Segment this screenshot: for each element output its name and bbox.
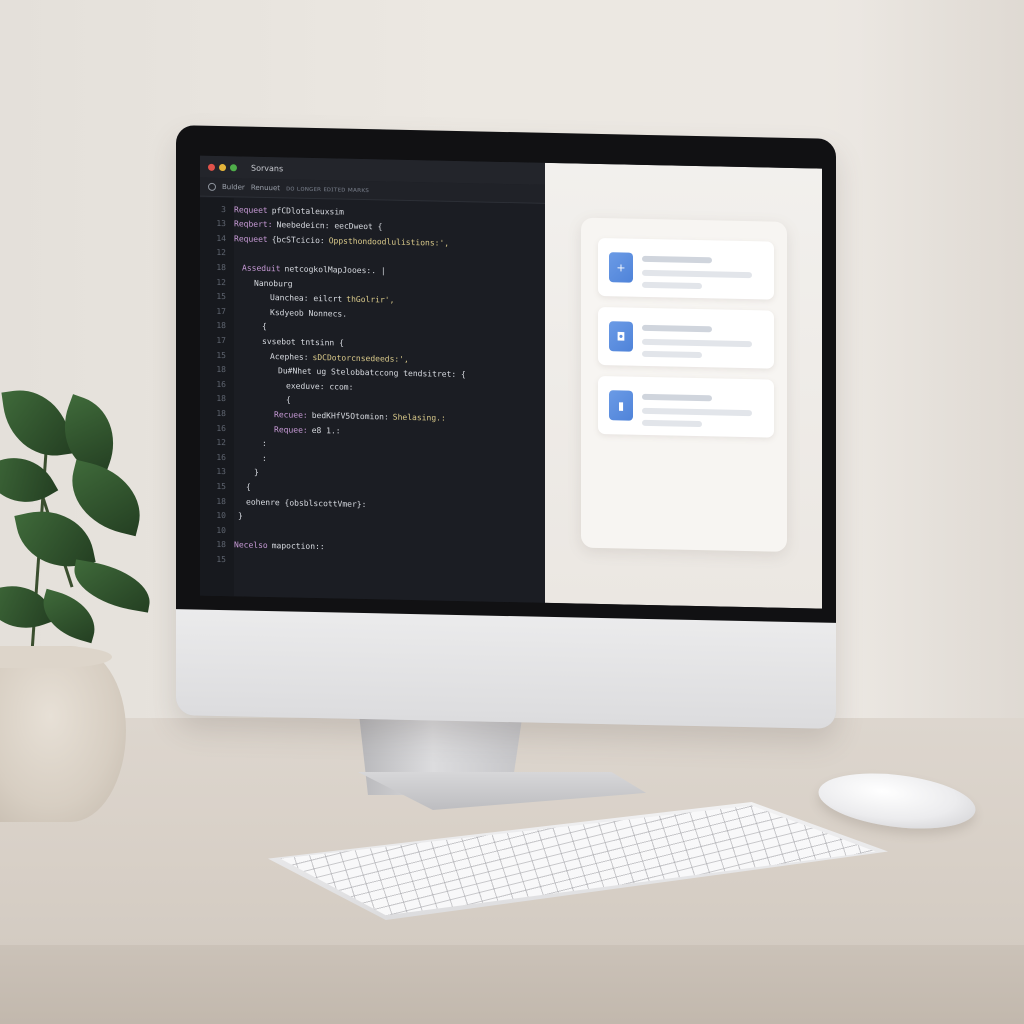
line-number: 15 — [216, 292, 226, 302]
line-number: 14 — [216, 233, 226, 243]
document-icon: ▮ — [609, 390, 633, 421]
monitor-chin — [176, 609, 836, 729]
line-number: 13 — [216, 219, 226, 229]
code-text: { — [286, 395, 291, 405]
toolbar-item[interactable]: Bulder — [222, 183, 245, 191]
code-text: bedKHfV5Otomion: — [311, 410, 389, 422]
app-preview-pane: + ◘ ▮ — [545, 162, 822, 609]
text-placeholder-bar — [642, 419, 702, 428]
circle-icon[interactable] — [208, 182, 216, 191]
minimize-window-button[interactable] — [219, 163, 226, 171]
line-number: 18 — [216, 365, 226, 375]
code-text: : — [262, 453, 267, 463]
line-number: 18 — [216, 321, 226, 331]
code-text: Nanoburg — [254, 278, 293, 289]
code-keyword: Requee: — [274, 424, 308, 435]
preview-panel: + ◘ ▮ — [581, 217, 787, 552]
line-number: 3 — [221, 204, 226, 214]
code-text: Ksdyeob Nonnecs. — [270, 307, 348, 319]
chat-icon: ◘ — [609, 321, 633, 352]
window-title: Sorvans — [251, 163, 284, 173]
text-placeholder-bar — [642, 350, 702, 359]
screen: Sorvans Bulder Renuuet ᴅᴏ ʟᴏɴɢᴇʀ ᴇᴅɪᴛᴇᴅ … — [200, 155, 822, 609]
plant-pot — [0, 646, 126, 822]
line-number: 10 — [216, 525, 226, 535]
code-text: : — [262, 438, 267, 449]
desk-scene: Sorvans Bulder Renuuet ᴅᴏ ʟᴏɴɢᴇʀ ᴇᴅɪᴛᴇᴅ … — [0, 0, 1024, 1024]
line-number: 16 — [216, 423, 226, 433]
monitor: Sorvans Bulder Renuuet ᴅᴏ ʟᴏɴɢᴇʀ ᴇᴅɪᴛᴇᴅ … — [176, 125, 836, 729]
code-editor-window: Sorvans Bulder Renuuet ᴅᴏ ʟᴏɴɢᴇʀ ᴇᴅɪᴛᴇᴅ … — [200, 155, 546, 603]
line-number: 17 — [216, 306, 226, 316]
line-number: 18 — [216, 408, 226, 419]
code-text: svsebot tntsinn { — [262, 336, 344, 348]
line-number: 10 — [216, 511, 226, 521]
line-number: 12 — [216, 277, 226, 287]
maximize-window-button[interactable] — [230, 163, 237, 171]
code-text: eohenre {obsblscottVmer}: — [246, 497, 367, 509]
line-number: 12 — [216, 438, 226, 448]
code-text: Acephes: — [270, 351, 309, 362]
code-text: Neebedeicn: eecDweot { — [276, 220, 383, 232]
code-text: } — [238, 511, 243, 521]
code-text: mapoction:: — [271, 541, 325, 552]
code-text: netcogkolMapJooes:. | — [284, 264, 386, 276]
code-string: Shelasing.: — [392, 412, 446, 423]
code-text: pfCDlotaleuxsim — [271, 205, 344, 217]
text-placeholder-bar — [642, 338, 752, 348]
line-number: 18 — [216, 262, 226, 273]
code-keyword: Reqbert: — [234, 219, 273, 230]
text-placeholder-bar — [642, 269, 752, 279]
text-placeholder-bar — [642, 255, 712, 264]
preview-card[interactable]: ▮ — [598, 375, 774, 438]
text-placeholder-bar — [642, 393, 712, 402]
line-number: 18 — [216, 540, 226, 550]
wall-shadow — [860, 0, 1024, 760]
code-text: Uanchea: eilcrt — [270, 293, 343, 304]
code-keyword: Necelso — [234, 540, 268, 551]
line-number: 17 — [216, 335, 226, 346]
desk-edge — [0, 945, 1024, 1024]
line-number: 18 — [216, 496, 226, 506]
code-text: {bcSTcicio: — [271, 234, 325, 245]
toolbar-item[interactable]: Renuuet — [251, 184, 280, 193]
code-text: { — [262, 322, 267, 332]
line-number: 15 — [216, 481, 226, 492]
code-keyword: Requeet — [234, 204, 268, 215]
code-keyword: Recuee: — [274, 410, 308, 420]
preview-card[interactable]: + — [598, 237, 774, 300]
plant-leaf — [1, 384, 73, 462]
plus-icon: + — [609, 252, 633, 283]
preview-card[interactable]: ◘ — [598, 306, 774, 369]
code-text: { — [246, 482, 251, 492]
plant-pot-rim — [0, 646, 112, 668]
code-text: Du#Nhet ug Stelobbatccong tendsitret: { — [278, 366, 466, 380]
line-number: 12 — [216, 248, 226, 258]
code-keyword: Asseduit — [242, 263, 281, 274]
code-text: e8 1.: — [311, 425, 341, 436]
line-number: 15 — [216, 350, 226, 360]
code-keyword: Requeet — [234, 233, 268, 244]
code-string: Oppsthondoodlulistions:', — [328, 235, 450, 248]
text-placeholder-bar — [642, 324, 712, 333]
toolbar-item[interactable]: ᴅᴏ ʟᴏɴɢᴇʀ ᴇᴅɪᴛᴇᴅ ᴍᴀʀᴋs — [286, 184, 369, 194]
text-placeholder-bar — [642, 281, 702, 290]
monitor-bezel: Sorvans Bulder Renuuet ᴅᴏ ʟᴏɴɢᴇʀ ᴇᴅɪᴛᴇᴅ … — [176, 125, 836, 625]
code-string: sDCDotorcnsedeeds:', — [312, 352, 409, 364]
text-placeholder-bar — [642, 407, 752, 417]
line-number: 18 — [216, 394, 226, 404]
line-number: 15 — [216, 554, 226, 565]
code-area[interactable]: 3 Requeet pfCDlotaleuxsim 13 Reqbert: Neebede… — [200, 197, 545, 603]
close-window-button[interactable] — [208, 163, 215, 171]
code-string: thGolrir', — [346, 294, 395, 305]
code-text: } — [254, 468, 259, 478]
code-text: exeduve: ccom: — [286, 381, 354, 392]
line-number: 16 — [216, 379, 226, 389]
line-number: 13 — [216, 467, 226, 477]
line-number: 16 — [216, 452, 226, 462]
